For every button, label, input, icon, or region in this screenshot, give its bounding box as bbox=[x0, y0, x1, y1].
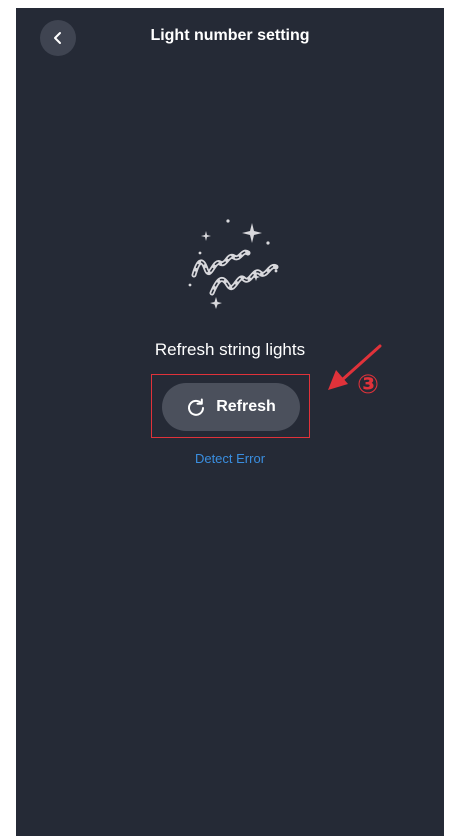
page-title: Light number setting bbox=[150, 27, 310, 44]
string-lights-sparkle-icon bbox=[188, 219, 279, 309]
refresh-button-label: Refresh bbox=[216, 398, 276, 415]
refresh-icon bbox=[188, 398, 205, 416]
detect-error-link[interactable]: Detect Error bbox=[16, 451, 444, 466]
annotation-step-number: ③ bbox=[357, 370, 380, 400]
app-screen: Light number setting Refresh string ligh… bbox=[16, 8, 444, 836]
refresh-headline: Refresh string lights bbox=[154, 340, 306, 359]
refresh-button[interactable]: Refresh bbox=[162, 383, 300, 431]
